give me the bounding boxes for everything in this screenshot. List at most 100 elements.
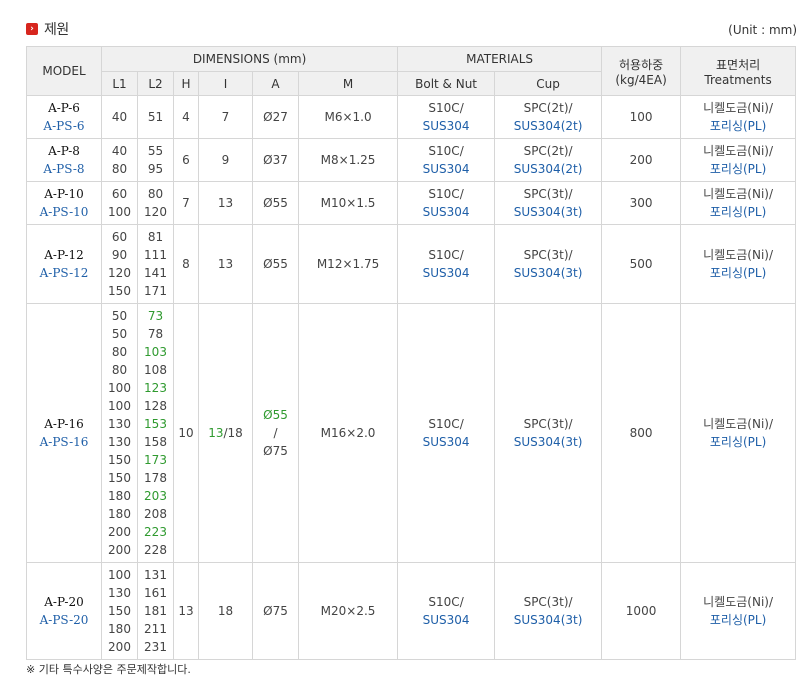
treatment-cell: 니켈도금(Ni)/ 포리싱(PL): [680, 562, 797, 660]
cup-cell: SPC(3t)/ SUS304(3t): [494, 181, 603, 225]
l1-value: 120: [108, 266, 131, 280]
l2-value: 55: [147, 144, 164, 158]
l2-value: 81: [147, 230, 164, 244]
header-treatments: 표면처리 Treatments: [680, 46, 797, 96]
i-cell: 18: [198, 562, 253, 660]
l1-value: 130: [108, 417, 131, 431]
l2-value: 128: [144, 399, 167, 413]
treatment-pl: 포리싱(PL): [709, 266, 767, 280]
load-cell: 800: [601, 303, 682, 563]
treatment-ni: 니켈도금(Ni)/: [703, 248, 774, 262]
l1-value: 180: [108, 622, 131, 636]
l2-value: 141: [144, 266, 167, 280]
l2-value: 111: [144, 248, 167, 262]
i-value: 18: [217, 604, 234, 618]
header-dimensions: DIMENSIONS (mm): [100, 46, 399, 72]
a-value: Ø55: [263, 257, 288, 271]
model-name-sus: A-PS-10: [39, 205, 89, 219]
l1-value: 60: [111, 230, 128, 244]
l1-cell: 50 50 80 80 100 100 130 130 150 150 180 180 200 200: [101, 303, 138, 563]
cup-material-sus: SUS304(2t): [513, 119, 583, 133]
cup-cell: SPC(3t)/ SUS304(3t): [494, 303, 603, 563]
l1-cell: 40 80: [101, 138, 138, 182]
bolt-material: S10C/: [428, 187, 464, 201]
l2-value: 80: [147, 187, 164, 201]
load-cell: 200: [601, 138, 682, 182]
cup-material: SPC(3t)/: [523, 248, 573, 262]
cup-material: SPC(2t)/: [523, 101, 573, 115]
l2-value: 51: [147, 110, 164, 124]
table-row: A-P-10 A-PS-10 60 100 80 120 7 13 Ø55 M10×1.5 S10C…: [26, 181, 797, 225]
bolt-material-sus: SUS304: [422, 119, 470, 133]
treatment-ni: 니켈도금(Ni)/: [703, 417, 774, 431]
model-cell: A-P-12 A-PS-12: [26, 224, 102, 304]
m-cell: M8×1.25: [297, 138, 399, 182]
l1-value: 100: [108, 205, 131, 219]
model-name: A-P-6: [48, 101, 80, 115]
cup-material-sus: SUS304(3t): [513, 205, 583, 219]
model-name-sus: A-PS-16: [39, 435, 89, 449]
l1-value: 130: [108, 586, 131, 600]
model-name: A-P-10: [44, 187, 84, 201]
i-cell: 13/18: [198, 303, 253, 563]
model-name-sus: A-PS-12: [39, 266, 89, 280]
treatment-pl: 포리싱(PL): [709, 162, 767, 176]
l1-value: 200: [108, 543, 131, 557]
treatment-ni: 니켈도금(Ni)/: [703, 101, 774, 115]
model-cell: A-P-16 A-PS-16: [26, 303, 102, 563]
a-cell: Ø37: [252, 138, 299, 182]
unit-label: (Unit : mm): [728, 23, 797, 37]
treatment-ni: 니켈도금(Ni)/: [703, 187, 774, 201]
l1-cell: 40: [101, 95, 138, 139]
bolt-material-sus: SUS304: [422, 613, 470, 627]
l1-value: 150: [108, 604, 131, 618]
h-cell: 10: [173, 303, 199, 563]
treatment-cell: 니켈도금(Ni)/ 포리싱(PL): [680, 95, 797, 139]
a-cell: Ø55: [252, 224, 299, 304]
bolt-material-sus: SUS304: [422, 435, 470, 449]
l2-value: 171: [144, 284, 167, 298]
l2-value: 173: [144, 453, 167, 467]
l1-value: 80: [111, 162, 128, 176]
h-cell: 8: [173, 224, 199, 304]
cup-cell: SPC(3t)/ SUS304(3t): [494, 224, 603, 304]
treatment-cell: 니켈도금(Ni)/ 포리싱(PL): [680, 303, 797, 563]
bolt-nut-cell: S10C/SUS304: [397, 224, 496, 304]
l2-cell: 73 78 103 108 123 128 153 158 173 178 203 208 223 228: [137, 303, 174, 563]
l1-value: 200: [108, 525, 131, 539]
bolt-material: S10C/: [428, 417, 464, 431]
l1-value: 100: [108, 399, 131, 413]
l1-value: 80: [111, 363, 128, 377]
header-h: H: [173, 71, 199, 96]
l1-cell: 60 90 120 150: [101, 224, 138, 304]
model-cell: A-P-20 A-PS-20: [26, 562, 102, 660]
table-row: A-P-8 A-PS-8 40 80 55 95 6 9 Ø37 M8×1.25 S10C/SUS3…: [26, 138, 797, 182]
model-name: A-P-16: [44, 417, 84, 431]
m-cell: M6×1.0: [297, 95, 399, 139]
header-materials: MATERIALS: [397, 46, 603, 72]
header-cup: Cup: [494, 71, 603, 96]
cup-material-sus: SUS304(2t): [513, 162, 583, 176]
l2-value: 181: [144, 604, 167, 618]
l1-value: 180: [108, 507, 131, 521]
l1-value: 50: [111, 309, 128, 323]
l1-value: 150: [108, 471, 131, 485]
bolt-nut-cell: S10C/SUS304: [397, 562, 496, 660]
model-name-sus: A-PS-6: [43, 119, 85, 133]
i-value: 7: [221, 110, 230, 124]
cup-cell: SPC(2t)/ SUS304(2t): [494, 138, 603, 182]
table-row: A-P-16 A-PS-16 50 50 80 80 100 100 130 130 150 150 1…: [26, 303, 797, 563]
model-cell: A-P-6 A-PS-6: [26, 95, 102, 139]
bolt-nut-cell: S10C/SUS304: [397, 95, 496, 139]
bolt-material: S10C/: [428, 101, 464, 115]
bolt-material-sus: SUS304: [422, 205, 470, 219]
i-value: /18: [223, 426, 243, 440]
header-l2: L2: [137, 71, 174, 96]
chevron-right-icon: ›: [26, 23, 38, 35]
cup-material-sus: SUS304(3t): [513, 435, 583, 449]
cup-cell: SPC(3t)/ SUS304(3t): [494, 562, 603, 660]
bolt-nut-cell: S10C/SUS304: [397, 181, 496, 225]
spec-table: MODEL DIMENSIONS (mm) MATERIALS 허용하중 (kg/…: [26, 46, 797, 660]
load-cell: 500: [601, 224, 682, 304]
l2-cell: 51: [137, 95, 174, 139]
